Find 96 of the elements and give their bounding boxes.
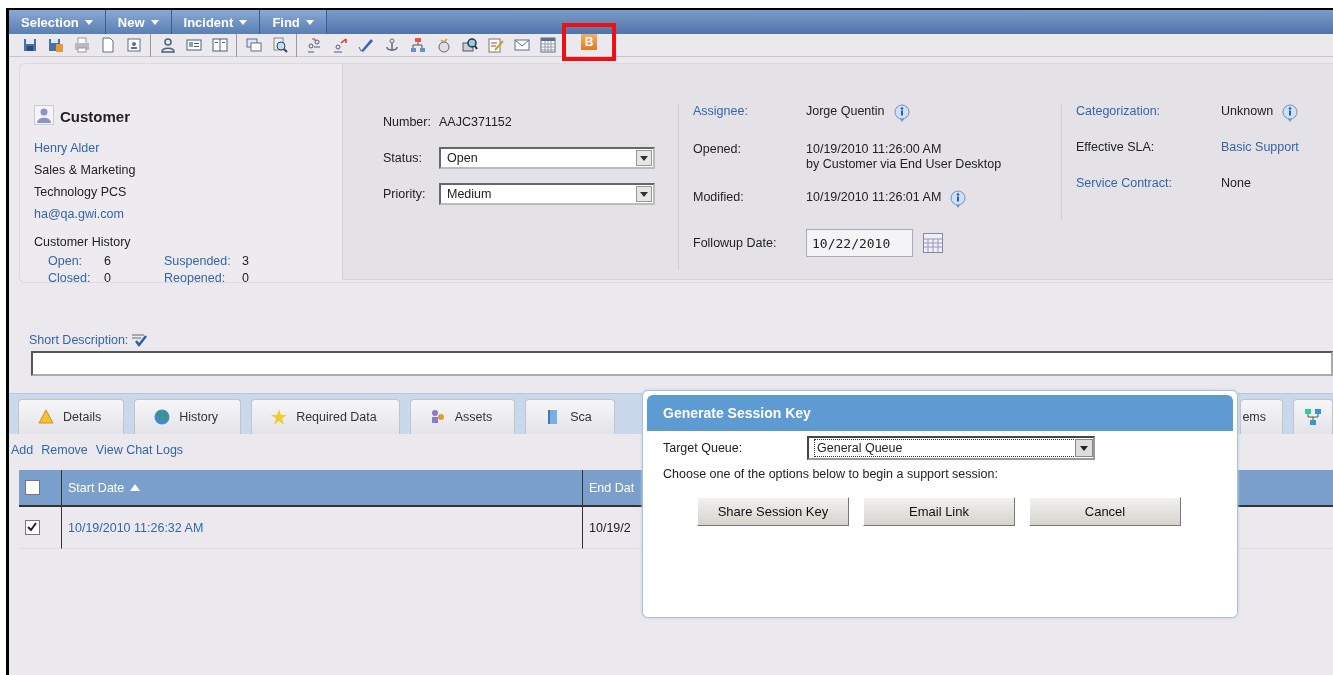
globe-icon <box>153 408 172 426</box>
save-icon <box>21 37 38 53</box>
email-link[interactable]: ha@qa.gwi.com <box>34 203 342 225</box>
action-link[interactable]: View Chat Logs <box>95 443 184 470</box>
field-link[interactable]: Short Description: <box>29 333 129 347</box>
action-link[interactable]: Remove <box>41 443 88 470</box>
field-value: None <box>1221 176 1251 190</box>
department-text: Sales & Marketing <box>34 162 137 179</box>
checkbox[interactable] <box>25 520 40 535</box>
column-header[interactable]: End Dat <box>582 470 643 507</box>
history-count: 6 <box>104 253 112 270</box>
value-link[interactable]: Basic Support <box>1221 140 1299 154</box>
person-icon <box>159 37 176 53</box>
field-link[interactable]: Assignee: <box>693 104 806 142</box>
warning-icon <box>37 408 55 426</box>
caret-icon <box>640 191 648 197</box>
field-link[interactable]: Categorization: <box>1076 104 1221 140</box>
tab[interactable]: Assets <box>409 399 516 434</box>
history-link[interactable]: Open: <box>48 253 104 270</box>
person-icon <box>34 104 54 125</box>
anchor-icon <box>383 37 400 53</box>
section-title: Customer <box>60 108 130 125</box>
date-field[interactable]: 10/22/2010 <box>806 229 913 257</box>
field-label: Status: <box>383 151 423 165</box>
id-card-icon <box>185 37 202 53</box>
logo-icon: B <box>581 34 597 50</box>
instruction-text: Choose one of the options below to begin a support session: <box>662 466 999 481</box>
history-count: 0 <box>104 270 112 287</box>
mail-icon <box>513 37 530 53</box>
column-header[interactable]: Start Date <box>61 470 582 507</box>
field-label: Effective SLA: <box>1076 140 1156 156</box>
field-label: Number: <box>383 115 432 129</box>
dialog-button[interactable]: Cancel <box>1029 497 1181 526</box>
queue-select[interactable]: General Queue <box>807 436 1095 460</box>
field-value: Jorge Quentin <box>806 104 885 119</box>
calendar-icon <box>539 37 556 53</box>
tab[interactable]: History <box>134 399 242 434</box>
search-icon <box>271 37 288 53</box>
tab[interactable]: Sca <box>525 399 615 434</box>
windows-icon <box>245 37 262 53</box>
table-cell: 10/19/2010 11:26:32 AM <box>61 507 582 549</box>
calendar-icon[interactable] <box>923 233 943 253</box>
dialog-button[interactable]: Share Session Key <box>697 497 849 526</box>
tab[interactable]: Details <box>18 399 125 434</box>
tab[interactable] <box>1293 399 1333 434</box>
field-value: 10/19/2010 11:26:00 AM by Customer via End User Desktop <box>806 142 1002 172</box>
action-link[interactable]: Add <box>11 443 34 470</box>
short-description-field[interactable] <box>31 351 1333 376</box>
dialog-title: Generate Session Key <box>647 395 1233 431</box>
menu-item[interactable]: New <box>105 10 172 34</box>
checkbox[interactable] <box>25 480 40 495</box>
menu-item[interactable]: Incident <box>171 10 261 34</box>
caret-icon <box>239 19 248 25</box>
company-text: Technology PCS <box>34 184 128 201</box>
field-link[interactable]: Service Contract: <box>1076 176 1221 212</box>
menu-item[interactable]: Selection <box>9 10 106 34</box>
dialog-button[interactable]: Email Link <box>863 497 1015 526</box>
network-icon <box>1304 408 1322 426</box>
incident-number: AAJC371152 <box>439 115 513 129</box>
history-title: Customer History <box>34 234 132 251</box>
caret-icon <box>84 19 93 25</box>
edit-note-icon <box>487 37 504 53</box>
caret-icon <box>640 155 648 161</box>
field-label: Followup Date: <box>693 236 778 250</box>
printer-icon <box>73 37 90 53</box>
table-cell: 10/19/2 <box>582 507 643 549</box>
spellcheck-icon[interactable] <box>131 331 148 347</box>
pen-icon <box>357 37 374 53</box>
caret-icon <box>150 19 159 25</box>
tab[interactable]: ems <box>1240 399 1283 434</box>
field-label: Target Queue: <box>663 441 744 455</box>
menu-item[interactable]: Find <box>260 10 327 34</box>
priority-select[interactable]: Medium <box>439 183 655 205</box>
document-icon <box>125 37 142 53</box>
sort-up-icon <box>130 484 141 491</box>
customer-name-link[interactable]: Henry Alder <box>34 137 342 159</box>
save-close-icon <box>47 37 64 53</box>
star-icon <box>270 408 289 426</box>
book-icon <box>211 37 228 53</box>
caret-icon <box>1080 445 1088 451</box>
field-value: Unknown <box>1221 104 1274 118</box>
history-count: 3 <box>242 253 250 270</box>
field-value: 10/19/2010 11:26:01 AM <box>806 190 942 205</box>
history-count: 0 <box>242 270 250 287</box>
tab[interactable]: Required Data <box>251 399 400 434</box>
history-link[interactable]: Closed: <box>48 270 104 287</box>
field-label: Modified: <box>693 190 745 206</box>
history-link[interactable]: Reopened: <box>164 270 242 287</box>
magnifier-icon <box>461 37 478 53</box>
status-select[interactable]: Open <box>439 147 655 169</box>
field-label: Opened: <box>693 142 742 158</box>
hierarchy-icon <box>409 37 426 53</box>
history-link[interactable]: Suspended: <box>164 253 242 270</box>
field-label: Priority: <box>383 187 427 201</box>
page-icon <box>99 37 116 53</box>
caret-icon <box>305 19 314 25</box>
